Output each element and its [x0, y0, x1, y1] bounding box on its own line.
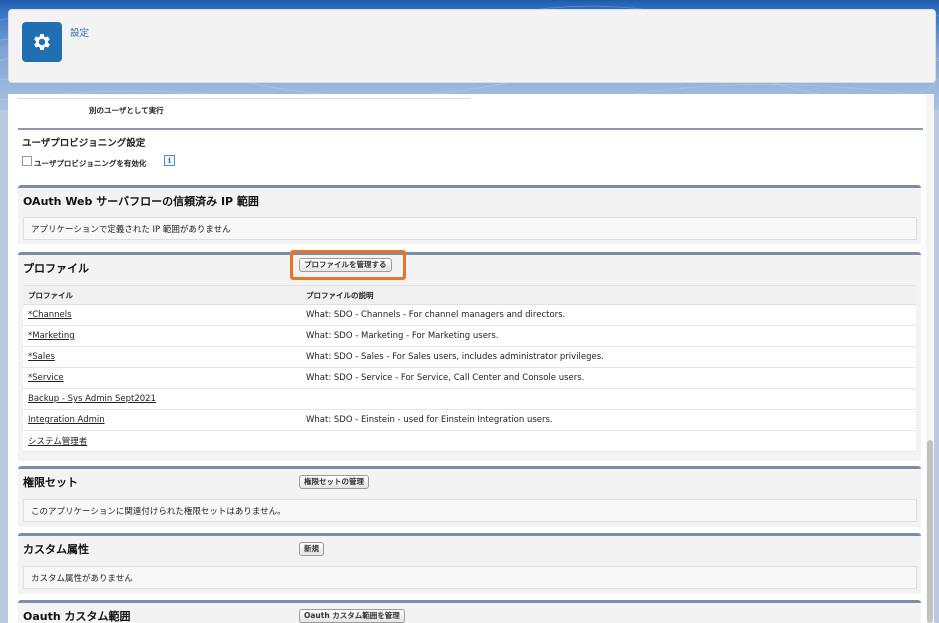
profile-description: What: SDO - Service - For Service, Call … [301, 367, 916, 389]
profile-description [301, 430, 916, 452]
profile-description: What: SDO - Sales - For Sales users, inc… [301, 346, 916, 368]
manage-permission-sets-button[interactable]: 権限セットの管理 [299, 475, 369, 489]
page-header: 設定 [8, 9, 936, 83]
profile-link[interactable]: Integration Admin [28, 415, 105, 425]
page-title[interactable]: 設定 [70, 25, 89, 39]
profiles-section: プロファイル プロファイルを管理する プロファイル プロファイルの説明 *Cha… [18, 250, 921, 461]
profile-link[interactable]: *Channels [28, 310, 72, 320]
table-header-row: プロファイル プロファイルの説明 [23, 285, 916, 305]
profile-link[interactable]: Backup - Sys Admin Sept2021 [28, 394, 156, 404]
manage-profiles-button[interactable]: プロファイルを管理する [299, 258, 392, 272]
custom-attributes-empty: カスタム属性がありません [23, 566, 917, 589]
run-as-label: 別のユーザとして実行 [89, 106, 164, 115]
profile-description [301, 388, 916, 410]
manage-oauth-scopes-button[interactable]: Oauth カスタム範囲を管理 [299, 609, 405, 623]
provisioning-checkbox[interactable] [22, 156, 32, 166]
oauth-custom-scopes-section: Oauth カスタム範囲 Oauth カスタム範囲を管理 [18, 600, 921, 623]
table-row: *Channels What: SDO - Channels - For cha… [23, 304, 916, 326]
custom-attributes-title: カスタム属性 [23, 543, 89, 556]
table-row: *Sales What: SDO - Sales - For Sales use… [23, 346, 916, 368]
profile-description: What: SDO - Channels - For channel manag… [301, 304, 916, 326]
permission-sets-empty: このアプリケーションに関連付けられた権限セットはありません。 [23, 499, 917, 522]
table-row: *Service What: SDO - Service - For Servi… [23, 367, 916, 389]
column-header-profile: プロファイル [23, 285, 301, 305]
run-as-row: 別のユーザとして実行 [18, 98, 470, 124]
column-header-description: プロファイルの説明 [301, 285, 916, 305]
table-row: *Marketing What: SDO - Marketing - For M… [23, 325, 916, 347]
empty-message: アプリケーションで定義された IP 範囲がありません [31, 225, 231, 235]
provisioning-title: ユーザプロビジョニング設定 [22, 138, 146, 149]
permission-sets-section: 権限セット 権限セットの管理 このアプリケーションに関連付けられた権限セットはあ… [18, 466, 921, 527]
profile-description: What: SDO - Marketing - For Marketing us… [301, 325, 916, 347]
section-divider [18, 128, 923, 130]
empty-message: このアプリケーションに関連付けられた権限セットはありません。 [31, 507, 286, 517]
oauth-ip-ranges-empty: アプリケーションで定義された IP 範囲がありません [23, 217, 917, 240]
profile-link[interactable]: *Sales [28, 352, 55, 362]
provisioning-checkbox-label: ユーザプロビジョニングを有効化 [34, 159, 147, 168]
profile-link[interactable]: *Marketing [28, 331, 75, 341]
new-custom-attribute-button[interactable]: 新規 [299, 542, 324, 556]
oauth-custom-scopes-title: Oauth カスタム範囲 [23, 610, 131, 623]
info-icon[interactable]: i [164, 155, 175, 166]
custom-attributes-section: カスタム属性 新規 カスタム属性がありません [18, 533, 921, 594]
gear-icon [34, 34, 50, 50]
profile-link[interactable]: システム管理者 [28, 437, 87, 447]
table-row: Backup - Sys Admin Sept2021 [23, 388, 916, 410]
profiles-title: プロファイル [23, 262, 89, 275]
oauth-ip-ranges-title: OAuth Web サーバフローの信頼済み IP 範囲 [23, 195, 259, 208]
profiles-table: プロファイル プロファイルの説明 *Channels What: SDO - C… [23, 285, 916, 452]
profile-link[interactable]: *Service [28, 373, 64, 383]
empty-message: カスタム属性がありません [31, 574, 133, 584]
table-row: Integration Admin What: SDO - Einstein -… [23, 409, 916, 431]
scrollbar-thumb[interactable] [927, 440, 933, 623]
table-row: システム管理者 [23, 430, 916, 452]
setup-app-icon [22, 22, 62, 62]
oauth-ip-ranges-section: OAuth Web サーバフローの信頼済み IP 範囲 アプリケーションで定義さ… [18, 185, 921, 244]
profile-description: What: SDO - Einstein - used for Einstein… [301, 409, 916, 431]
app-detail-content: 別のユーザとして実行 ユーザプロビジョニング設定 ユーザプロビジョニングを有効化… [8, 94, 926, 623]
permission-sets-title: 権限セット [23, 476, 78, 489]
